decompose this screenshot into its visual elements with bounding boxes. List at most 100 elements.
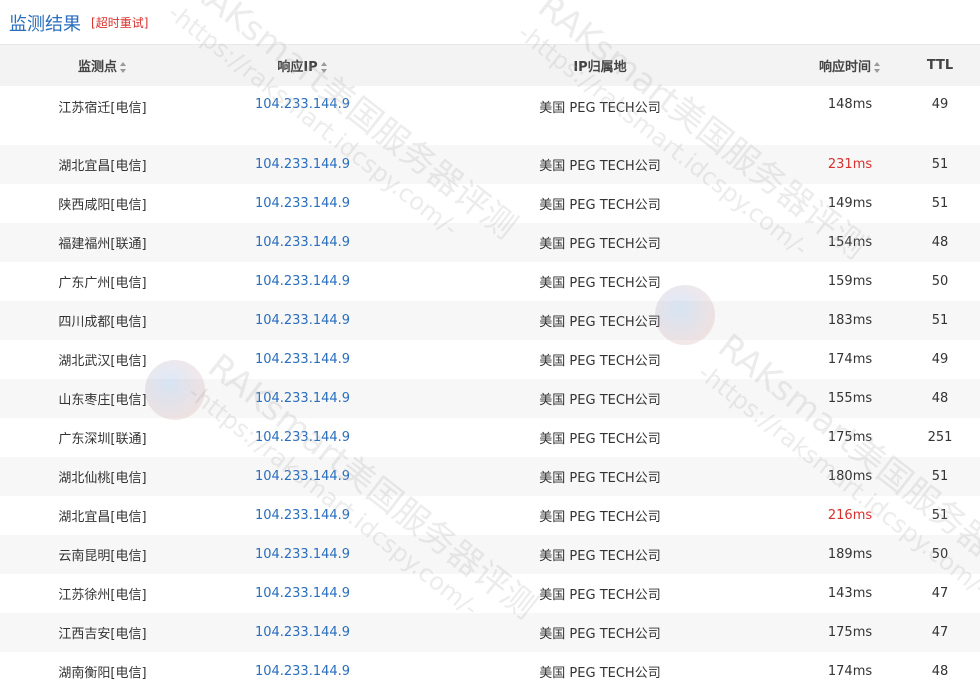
ttl-cell: 51 bbox=[931, 313, 949, 328]
node-cell: 湖北宜昌[电信] bbox=[58, 510, 147, 525]
response-time-cell: 180ms bbox=[827, 469, 873, 484]
timeout-retry-link[interactable]: [超时重试] bbox=[91, 14, 148, 31]
response-time-cell: 189ms bbox=[827, 547, 873, 562]
ttl-cell: 251 bbox=[927, 430, 953, 445]
ip-cell[interactable]: 104.233.144.9 bbox=[205, 184, 400, 223]
ip-cell[interactable]: 104.233.144.9 bbox=[205, 223, 400, 262]
table-row: 湖南衡阳[电信] 104.233.144.9 美国 PEG TECH公司 174ms 4… bbox=[0, 652, 980, 691]
result-header: 监测结果 [超时重试] bbox=[0, 0, 980, 45]
ip-cell[interactable]: 104.233.144.9 bbox=[205, 535, 400, 574]
ttl-cell: 48 bbox=[931, 235, 949, 250]
timeout-retry-label[interactable]: 超时重试 bbox=[96, 16, 144, 30]
location-cell: 美国 PEG TECH公司 bbox=[539, 432, 661, 447]
ttl-cell: 47 bbox=[931, 625, 949, 640]
ip-cell[interactable]: 104.233.144.9 bbox=[205, 145, 400, 184]
response-time-cell: 175ms bbox=[827, 430, 873, 445]
ttl-cell: 51 bbox=[931, 196, 949, 211]
column-label-node: 监测点 bbox=[77, 60, 117, 75]
ttl-cell: 49 bbox=[931, 97, 949, 112]
node-cell: 广东深圳[联通] bbox=[58, 432, 147, 447]
location-cell: 美国 PEG TECH公司 bbox=[539, 159, 661, 174]
ip-cell[interactable]: 104.233.144.9 bbox=[205, 86, 400, 145]
ttl-cell: 48 bbox=[931, 664, 949, 679]
response-time-cell: 143ms bbox=[827, 586, 873, 601]
node-cell: 江苏宿迁[电信] bbox=[58, 101, 147, 116]
table-row: 云南昆明[电信] 104.233.144.9 美国 PEG TECH公司 189ms 5… bbox=[0, 535, 980, 574]
location-cell: 美国 PEG TECH公司 bbox=[539, 627, 661, 642]
node-cell: 湖北宜昌[电信] bbox=[58, 159, 147, 174]
ip-cell[interactable]: 104.233.144.9 bbox=[205, 418, 400, 457]
page-title: 监测结果 bbox=[9, 14, 81, 35]
node-cell: 福建福州[联通] bbox=[58, 237, 147, 252]
response-time-cell: 174ms bbox=[827, 664, 873, 679]
results-table: 监测点 响应IP IP归属地 响应时间 TTL 江苏宿迁[电信] 104.233.… bbox=[0, 45, 980, 691]
ip-cell[interactable]: 104.233.144.9 bbox=[205, 652, 400, 691]
location-cell: 美国 PEG TECH公司 bbox=[539, 588, 661, 603]
location-cell: 美国 PEG TECH公司 bbox=[539, 101, 661, 116]
response-time-cell: 154ms bbox=[827, 235, 873, 250]
node-cell: 陕西咸阳[电信] bbox=[58, 198, 147, 213]
ip-cell[interactable]: 104.233.144.9 bbox=[205, 262, 400, 301]
location-cell: 美国 PEG TECH公司 bbox=[539, 510, 661, 525]
ttl-cell: 51 bbox=[931, 469, 949, 484]
table-row: 福建福州[联通] 104.233.144.9 美国 PEG TECH公司 154ms 4… bbox=[0, 223, 980, 262]
table-row: 广东深圳[联通] 104.233.144.9 美国 PEG TECH公司 175ms 2… bbox=[0, 418, 980, 457]
node-cell: 江西吉安[电信] bbox=[58, 627, 147, 642]
ip-cell[interactable]: 104.233.144.9 bbox=[205, 496, 400, 535]
ttl-cell: 47 bbox=[931, 586, 949, 601]
column-header-time[interactable]: 响应时间 bbox=[800, 45, 900, 86]
location-cell: 美国 PEG TECH公司 bbox=[539, 315, 661, 330]
node-cell: 广东广州[电信] bbox=[58, 276, 147, 291]
location-cell: 美国 PEG TECH公司 bbox=[539, 393, 661, 408]
location-cell: 美国 PEG TECH公司 bbox=[539, 471, 661, 486]
table-row: 湖北宜昌[电信] 104.233.144.9 美国 PEG TECH公司 216ms 5… bbox=[0, 496, 980, 535]
ttl-cell: 51 bbox=[931, 157, 949, 172]
ttl-cell: 49 bbox=[931, 352, 949, 367]
column-label-time: 响应时间 bbox=[818, 60, 871, 75]
response-time-cell: 159ms bbox=[827, 274, 873, 289]
node-cell: 湖南衡阳[电信] bbox=[58, 666, 147, 681]
response-time-cell: 148ms bbox=[827, 97, 873, 112]
column-header-node[interactable]: 监测点 bbox=[0, 45, 205, 86]
column-label-ip: 响应IP bbox=[277, 60, 318, 75]
sort-icon[interactable] bbox=[874, 61, 881, 74]
node-cell: 湖北武汉[电信] bbox=[58, 354, 147, 369]
ip-cell[interactable]: 104.233.144.9 bbox=[205, 457, 400, 496]
ttl-cell: 50 bbox=[931, 547, 949, 562]
location-cell: 美国 PEG TECH公司 bbox=[539, 666, 661, 681]
ip-cell[interactable]: 104.233.144.9 bbox=[205, 574, 400, 613]
table-row: 江西吉安[电信] 104.233.144.9 美国 PEG TECH公司 175ms 4… bbox=[0, 613, 980, 652]
sort-icon[interactable] bbox=[120, 61, 127, 74]
ip-cell[interactable]: 104.233.144.9 bbox=[205, 301, 400, 340]
results-table-body: 江苏宿迁[电信] 104.233.144.9 美国 PEG TECH公司 148ms 4… bbox=[0, 86, 980, 691]
ip-cell[interactable]: 104.233.144.9 bbox=[205, 340, 400, 379]
table-row: 湖北宜昌[电信] 104.233.144.9 美国 PEG TECH公司 231ms 5… bbox=[0, 145, 980, 184]
node-cell: 四川成都[电信] bbox=[58, 315, 147, 330]
table-row: 湖北武汉[电信] 104.233.144.9 美国 PEG TECH公司 174ms 4… bbox=[0, 340, 980, 379]
table-row: 江苏宿迁[电信] 104.233.144.9 美国 PEG TECH公司 148ms 4… bbox=[0, 86, 980, 145]
ip-cell[interactable]: 104.233.144.9 bbox=[205, 379, 400, 418]
response-time-cell: 216ms bbox=[827, 508, 873, 523]
node-cell: 湖北仙桃[电信] bbox=[58, 471, 147, 486]
table-row: 山东枣庄[电信] 104.233.144.9 美国 PEG TECH公司 155ms 4… bbox=[0, 379, 980, 418]
response-time-cell: 155ms bbox=[827, 391, 873, 406]
node-cell: 云南昆明[电信] bbox=[58, 549, 147, 564]
location-cell: 美国 PEG TECH公司 bbox=[539, 276, 661, 291]
table-header-row: 监测点 响应IP IP归属地 响应时间 TTL bbox=[0, 45, 980, 86]
response-time-cell: 175ms bbox=[827, 625, 873, 640]
column-header-ip[interactable]: 响应IP bbox=[205, 45, 400, 86]
location-cell: 美国 PEG TECH公司 bbox=[539, 354, 661, 369]
ip-cell[interactable]: 104.233.144.9 bbox=[205, 613, 400, 652]
node-cell: 江苏徐州[电信] bbox=[58, 588, 147, 603]
response-time-cell: 183ms bbox=[827, 313, 873, 328]
location-cell: 美国 PEG TECH公司 bbox=[539, 237, 661, 252]
table-row: 陕西咸阳[电信] 104.233.144.9 美国 PEG TECH公司 149ms 5… bbox=[0, 184, 980, 223]
table-row: 四川成都[电信] 104.233.144.9 美国 PEG TECH公司 183ms 5… bbox=[0, 301, 980, 340]
ttl-cell: 50 bbox=[931, 274, 949, 289]
column-header-ttl: TTL bbox=[900, 45, 980, 86]
location-cell: 美国 PEG TECH公司 bbox=[539, 549, 661, 564]
sort-icon[interactable] bbox=[320, 61, 328, 74]
response-time-cell: 174ms bbox=[827, 352, 873, 367]
table-row: 湖北仙桃[电信] 104.233.144.9 美国 PEG TECH公司 180ms 5… bbox=[0, 457, 980, 496]
table-row: 江苏徐州[电信] 104.233.144.9 美国 PEG TECH公司 143ms 4… bbox=[0, 574, 980, 613]
